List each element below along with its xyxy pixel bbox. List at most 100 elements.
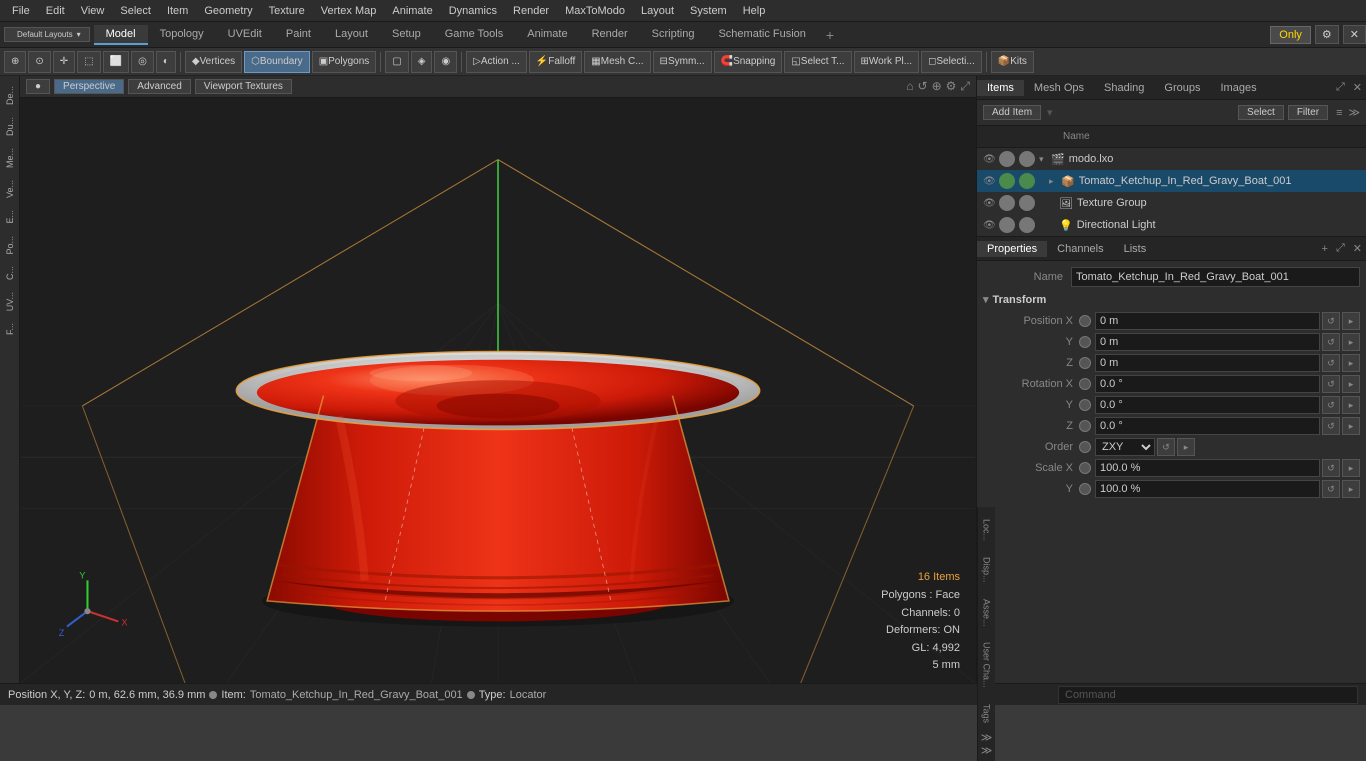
items-panel-expand-icon[interactable]: ⤢ xyxy=(1332,81,1349,94)
scale-y-anim[interactable]: ▸ xyxy=(1342,480,1360,498)
scale-y-input[interactable] xyxy=(1095,480,1320,498)
vis-dot[interactable] xyxy=(999,217,1015,233)
vertices-button[interactable]: ◆ Vertices xyxy=(185,51,242,73)
rot-z-input[interactable] xyxy=(1095,417,1320,435)
tab-setup[interactable]: Setup xyxy=(380,25,433,45)
vis-dot2[interactable] xyxy=(1019,151,1035,167)
select-t-button[interactable]: ◱ Select T... xyxy=(784,51,851,73)
pos-x-reset[interactable]: ↺ xyxy=(1322,312,1340,330)
menu-maxtomodo[interactable]: MaxToModo xyxy=(557,3,633,19)
pos-x-input[interactable] xyxy=(1095,312,1320,330)
vp-dot-btn[interactable]: ● xyxy=(26,79,50,94)
vis-dot2[interactable] xyxy=(1019,217,1035,233)
tool-square[interactable]: ⬜ xyxy=(103,51,129,73)
tab-items[interactable]: Items xyxy=(977,80,1024,96)
sidebar-tab-c[interactable]: C... xyxy=(3,260,17,286)
scale-y-circle[interactable] xyxy=(1079,483,1091,495)
scale-x-anim[interactable]: ▸ xyxy=(1342,459,1360,477)
edge-tab-asse[interactable]: Asse... xyxy=(980,591,994,635)
scale-x-circle[interactable] xyxy=(1079,462,1091,474)
rot-y-circle[interactable] xyxy=(1079,399,1091,411)
rot-z-anim[interactable]: ▸ xyxy=(1342,417,1360,435)
rot-y-anim[interactable]: ▸ xyxy=(1342,396,1360,414)
vp-rotate-icon[interactable]: ↺ xyxy=(918,79,928,94)
eye-icon[interactable]: 👁 xyxy=(983,220,997,231)
vp-expand-icon[interactable]: ⤢ xyxy=(960,79,970,94)
menu-animate[interactable]: Animate xyxy=(384,3,440,19)
expand-arrow[interactable]: ▾ xyxy=(1039,154,1049,165)
pos-y-reset[interactable]: ↺ xyxy=(1322,333,1340,351)
menu-view[interactable]: View xyxy=(73,3,113,19)
layout-settings-icon[interactable]: ⚙ xyxy=(1315,25,1339,44)
menu-dynamics[interactable]: Dynamics xyxy=(441,3,505,19)
pos-y-input[interactable] xyxy=(1095,333,1320,351)
order-dropdown[interactable]: ZXY XYZ XZY YXZ YZX ZYX xyxy=(1095,438,1155,456)
edge-tab-loc[interactable]: Loc... xyxy=(980,511,994,549)
viewport[interactable]: X Y Z 16 Items Polygons : Face Channels:… xyxy=(20,98,976,683)
order-circle[interactable] xyxy=(1079,441,1091,453)
layout-close-icon[interactable]: ✕ xyxy=(1343,25,1366,44)
boundary-button[interactable]: ⬡ Boundary xyxy=(244,51,310,73)
order-reset[interactable]: ↺ xyxy=(1157,438,1175,456)
menu-edit[interactable]: Edit xyxy=(38,3,73,19)
menu-select[interactable]: Select xyxy=(112,3,159,19)
props-expand-icon[interactable]: ⤢ xyxy=(1332,242,1349,255)
tab-scripting[interactable]: Scripting xyxy=(640,25,707,45)
list-item[interactable]: 👁 ▸ 📦 Tomato_Ketchup_In_Red_Gravy_Boat_0… xyxy=(977,170,1366,192)
pos-z-reset[interactable]: ↺ xyxy=(1322,354,1340,372)
vis-dot[interactable] xyxy=(999,173,1015,189)
select-button[interactable]: Select xyxy=(1238,105,1284,120)
menu-vertex-map[interactable]: Vertex Map xyxy=(313,3,385,19)
tool-select2[interactable]: ⊙ xyxy=(28,51,50,73)
pos-z-anim[interactable]: ▸ xyxy=(1342,354,1360,372)
tool-select1[interactable]: ⊕ xyxy=(4,51,26,73)
sidebar-tab-ve[interactable]: Ve... xyxy=(3,174,17,204)
only-button[interactable]: Only xyxy=(1270,26,1311,44)
pos-x-anim[interactable]: ▸ xyxy=(1342,312,1360,330)
list-item[interactable]: 👁 ▾ 🎬 modo.lxo xyxy=(977,148,1366,170)
rot-x-input[interactable] xyxy=(1095,375,1320,393)
rot-y-reset[interactable]: ↺ xyxy=(1322,396,1340,414)
selecti-button[interactable]: ◻ Selecti... xyxy=(921,51,982,73)
rot-z-reset[interactable]: ↺ xyxy=(1322,417,1340,435)
target-btn[interactable]: ◉ xyxy=(434,51,457,73)
tab-mesh-ops[interactable]: Mesh Ops xyxy=(1024,80,1094,96)
tab-paint[interactable]: Paint xyxy=(274,25,323,45)
pin-btn[interactable]: ◈ xyxy=(411,51,433,73)
falloff-button[interactable]: ⚡ Falloff xyxy=(529,51,583,73)
menu-file[interactable]: File xyxy=(4,3,38,19)
rot-x-circle[interactable] xyxy=(1079,378,1091,390)
menu-help[interactable]: Help xyxy=(735,3,774,19)
kits-button[interactable]: 📦 Kits xyxy=(991,51,1034,73)
pos-y-circle[interactable] xyxy=(1079,336,1091,348)
pos-x-circle[interactable] xyxy=(1079,315,1091,327)
tab-topology[interactable]: Topology xyxy=(148,25,216,45)
eye-icon[interactable]: 👁 xyxy=(983,198,997,209)
right-edge-more[interactable]: ≫ xyxy=(977,744,997,757)
menu-layout[interactable]: Layout xyxy=(633,3,682,19)
tool-box-select[interactable]: ⬚ xyxy=(77,51,100,73)
expand-arrow[interactable]: ▸ xyxy=(1049,176,1059,187)
menu-system[interactable]: System xyxy=(682,3,735,19)
list-item[interactable]: 👁 🖼 Texture Group xyxy=(977,192,1366,214)
add-item-button[interactable]: Add Item xyxy=(983,105,1041,120)
tab-shading[interactable]: Shading xyxy=(1094,80,1154,96)
tab-groups[interactable]: Groups xyxy=(1154,80,1210,96)
rot-x-reset[interactable]: ↺ xyxy=(1322,375,1340,393)
add-layout-tab[interactable]: + xyxy=(818,24,842,46)
sidebar-tab-e[interactable]: E... xyxy=(3,204,17,230)
tab-channels[interactable]: Channels xyxy=(1047,241,1113,257)
edge-tab-tags[interactable]: Tags xyxy=(980,696,994,731)
tab-layout[interactable]: Layout xyxy=(323,25,380,45)
eye-icon[interactable]: 👁 xyxy=(983,176,997,187)
filter-button[interactable]: Filter xyxy=(1288,105,1328,120)
edge-tab-disp[interactable]: Disp... xyxy=(980,549,994,591)
menu-render[interactable]: Render xyxy=(505,3,557,19)
sidebar-tab-de[interactable]: De... xyxy=(3,80,17,111)
polygons-button[interactable]: ▣ Polygons xyxy=(312,51,377,73)
tab-uvedit[interactable]: UVEdit xyxy=(216,25,274,45)
vis-dot[interactable] xyxy=(999,151,1015,167)
layout-dropdown[interactable]: Default Layouts ▾ xyxy=(4,27,90,42)
rot-y-input[interactable] xyxy=(1095,396,1320,414)
tab-animate[interactable]: Animate xyxy=(515,25,579,45)
